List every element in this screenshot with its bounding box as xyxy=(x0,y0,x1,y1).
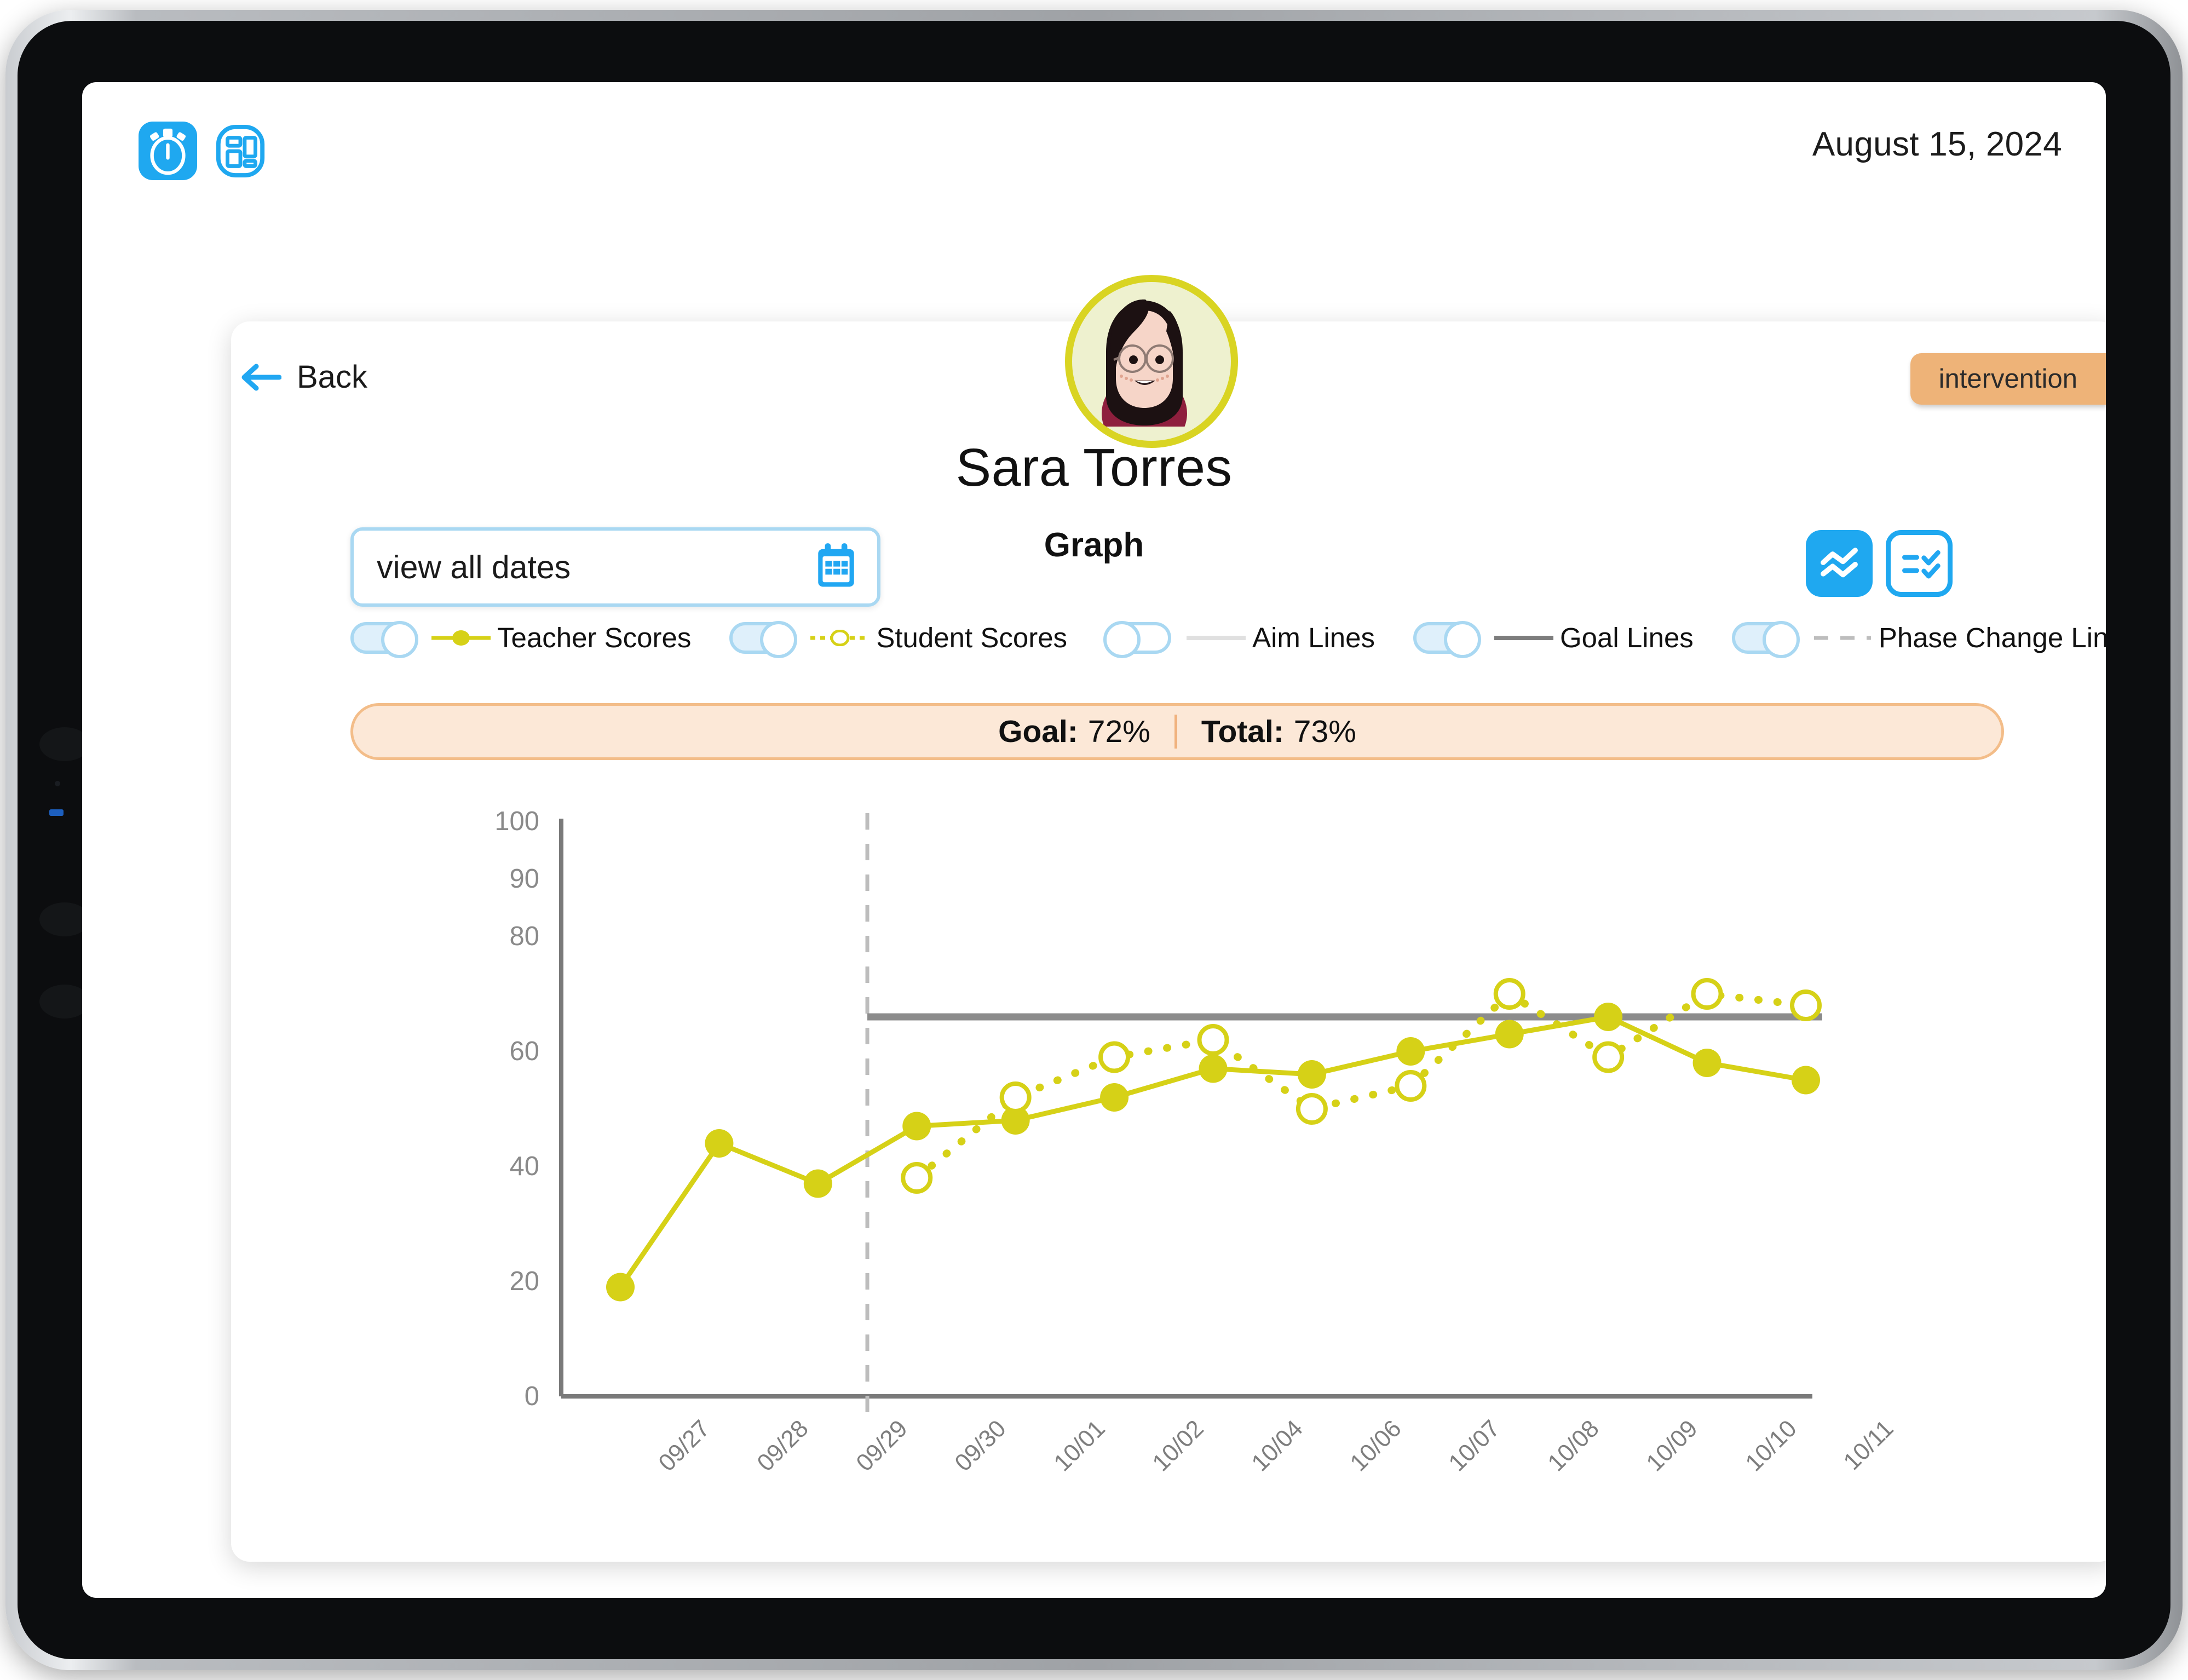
toggle-knob xyxy=(1443,620,1481,658)
legend-label: Phase Change Lines xyxy=(1878,622,2106,653)
status-badge-label: intervention xyxy=(1938,364,2077,394)
view-mode-toggle-group xyxy=(1806,530,1953,597)
goal-total-banner: Goal: 72% Total: 73% xyxy=(350,703,2004,760)
date-range-value: view all dates xyxy=(377,549,571,585)
calendar-icon[interactable] xyxy=(814,541,859,593)
total-value: 73% xyxy=(1293,714,1356,749)
toggle-knob xyxy=(1103,620,1141,658)
y-axis-tick: 100 xyxy=(494,807,539,836)
y-axis-tick: 20 xyxy=(509,1267,539,1296)
app-topbar: August 15, 2024 xyxy=(82,82,2106,219)
toggle-knob xyxy=(760,620,798,658)
total-label: Total: xyxy=(1201,714,1284,749)
legend-sample-student-scores xyxy=(809,629,871,646)
legend-goal-lines: Goal Lines xyxy=(1413,620,1694,658)
legend-label: Student Scores xyxy=(876,622,1068,653)
toggle-knob xyxy=(381,620,418,658)
y-axis-tick: 90 xyxy=(509,864,539,894)
legend-teacher-scores: Teacher Scores xyxy=(350,620,692,658)
toggle-aim-lines[interactable] xyxy=(1103,620,1172,658)
y-axis-tick: 80 xyxy=(509,922,539,951)
legend-sample-goal-lines xyxy=(1493,630,1554,646)
legend-aim-lines: Aim Lines xyxy=(1103,620,1375,658)
legend-phase-change-lines: Phase Change Lines xyxy=(1731,620,2106,658)
legend-label: Goal Lines xyxy=(1559,622,1694,653)
current-date: August 15, 2024 xyxy=(1812,125,2062,163)
legend-label: Aim Lines xyxy=(1252,622,1375,653)
sensor-dot xyxy=(55,781,60,786)
tablet-screen: August 15, 2024 Back intervention Sara T… xyxy=(82,82,2106,1598)
legend-sample-teacher-scores xyxy=(430,630,492,646)
legend-sample-aim-lines xyxy=(1185,630,1247,646)
arrow-left-icon xyxy=(241,362,282,393)
progress-chart: 100 90 80 60 40 20 0 09/27 09/28 09/29 09/30 10/01… xyxy=(465,799,1900,1506)
date-range-select[interactable]: view all dates xyxy=(350,527,880,607)
chart-plot-area xyxy=(559,813,1822,1418)
back-label: Back xyxy=(297,359,367,395)
toggle-teacher-scores[interactable] xyxy=(350,620,418,658)
status-badge: intervention xyxy=(1910,353,2106,405)
banner-separator xyxy=(1174,715,1177,749)
tablet-frame: August 15, 2024 Back intervention Sara T… xyxy=(5,10,2183,1670)
stopwatch-icon[interactable] xyxy=(139,122,197,180)
indicator-led xyxy=(49,809,64,816)
legend-sample-phase-change-lines xyxy=(1812,630,1873,646)
goal-value: 72% xyxy=(1087,714,1150,749)
y-axis-tick: 40 xyxy=(509,1152,539,1181)
toggle-goal-lines[interactable] xyxy=(1413,620,1481,658)
avatar xyxy=(1065,275,1238,448)
graph-view-button[interactable] xyxy=(1806,530,1873,597)
toggle-knob xyxy=(1762,620,1800,658)
toggle-phase-change-lines[interactable] xyxy=(1731,620,1800,658)
goal-label: Goal: xyxy=(998,714,1078,749)
chart-legend: Teacher Scores Student Scores Aim Lines … xyxy=(350,620,2106,658)
page-title: Sara Torres xyxy=(955,438,1233,497)
tablet-bezel: August 15, 2024 Back intervention Sara T… xyxy=(18,21,2170,1659)
legend-student-scores: Student Scores xyxy=(729,620,1068,658)
dashboard-icon[interactable] xyxy=(214,124,267,179)
back-button[interactable]: Back xyxy=(241,359,367,395)
legend-label: Teacher Scores xyxy=(497,622,692,653)
list-view-button[interactable] xyxy=(1886,530,1953,597)
toggle-student-scores[interactable] xyxy=(729,620,798,658)
y-axis-tick: 0 xyxy=(524,1382,539,1411)
y-axis-tick: 60 xyxy=(509,1037,539,1066)
